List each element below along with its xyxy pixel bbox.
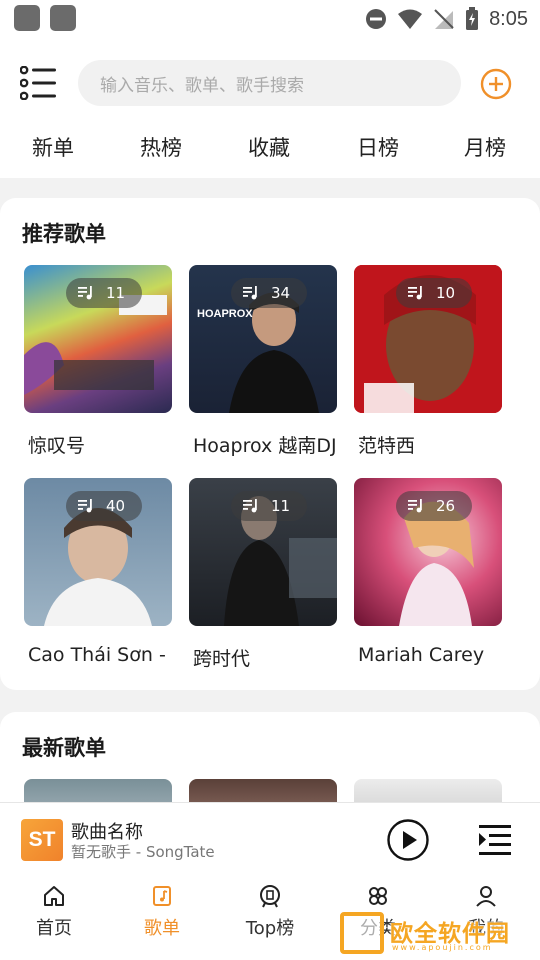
notification-icon — [14, 5, 40, 31]
play-icon — [387, 819, 429, 861]
category-tabs: 新单 热榜 收藏 日榜 月榜 — [0, 126, 540, 166]
svg-text:HOAPROX: HOAPROX — [197, 308, 253, 320]
song-count-badge: 10 — [396, 278, 472, 308]
tab-new[interactable]: 新单 — [32, 132, 74, 162]
song-count-badge: 34 — [231, 278, 307, 308]
profile-icon — [476, 886, 496, 907]
playlist-queue-button[interactable] — [477, 823, 513, 857]
playlist-card[interactable]: 10 范特西 — [354, 265, 502, 458]
song-count: 10 — [436, 284, 456, 302]
watermark-url: www.apoujin.com — [392, 943, 493, 952]
menu-button[interactable] — [19, 65, 58, 101]
mini-player[interactable]: ST 歌曲名称 暂无歌手 - SongTate — [0, 802, 540, 874]
playlist-card[interactable]: 11 惊叹号 — [24, 265, 172, 458]
music-list-icon — [408, 499, 422, 513]
battery-icon — [466, 7, 479, 30]
music-list-icon — [78, 499, 92, 513]
song-count: 26 — [436, 497, 456, 515]
music-list-icon — [243, 499, 257, 513]
playlist-card[interactable]: 11 跨时代 — [189, 478, 337, 671]
tab-favorites[interactable]: 收藏 — [248, 132, 290, 162]
category-icon — [369, 887, 387, 905]
plus-circle-icon — [480, 68, 512, 100]
status-time: 8:05 — [489, 7, 528, 30]
playlist-cover: HOAPROX 34 — [189, 265, 337, 413]
playlist-card[interactable]: 40 Cao Thái Sơn - — [24, 478, 172, 666]
home-icon — [44, 886, 64, 906]
queue-icon — [479, 825, 511, 855]
tab-daily[interactable]: 日榜 — [357, 132, 399, 162]
song-count-badge: 26 — [396, 491, 472, 521]
playlist-name: Cao Thái Sơn - — [28, 644, 166, 666]
watermark: 欧全软件园 www.apoujin.com — [340, 912, 535, 954]
song-count: 40 — [106, 497, 126, 515]
status-bar: 8:05 — [0, 0, 540, 38]
song-count: 11 — [271, 497, 291, 515]
nav-playlist[interactable]: 歌单 — [117, 884, 207, 940]
music-list-icon — [408, 286, 422, 300]
playlist-name: 范特西 — [358, 435, 416, 457]
add-button[interactable] — [480, 68, 512, 100]
section-title: 推荐歌单 — [22, 222, 106, 246]
song-count-badge: 11 — [66, 278, 142, 308]
tab-hot[interactable]: 热榜 — [140, 132, 182, 162]
playlist-cover: 10 — [354, 265, 502, 413]
music-list-icon — [78, 286, 92, 300]
music-list-icon — [243, 286, 257, 300]
song-count-badge: 40 — [66, 491, 142, 521]
nav-label: Top榜 — [245, 918, 295, 939]
menu-icon — [19, 65, 56, 101]
playlist-card[interactable]: HOAPROX 34 Hoaprox 越南DJ — [189, 265, 337, 458]
app-logo: ST — [21, 819, 63, 861]
watermark-logo — [340, 912, 384, 954]
nav-top-chart[interactable]: Top榜 — [225, 884, 315, 940]
rank-icon — [260, 885, 280, 908]
play-button[interactable] — [387, 819, 429, 861]
playlist-card[interactable]: 26 Mariah Carey — [354, 478, 502, 666]
nav-home[interactable]: 首页 — [9, 884, 99, 940]
recommended-section: 推荐歌单 11 惊叹号 HOAPROX 34 Hoaprox 越南DJ 10 范… — [0, 198, 540, 690]
playlist-cover: 11 — [189, 478, 337, 626]
playlist-name: 跨时代 — [193, 648, 251, 670]
search-placeholder: 输入音乐、歌单、歌手搜索 — [100, 75, 304, 96]
playlist-name: Hoaprox 越南DJ — [193, 435, 337, 457]
nav-label: 歌单 — [144, 918, 180, 939]
song-count: 11 — [106, 284, 126, 302]
playlist-cover: 26 — [354, 478, 502, 626]
no-signal-icon — [434, 9, 454, 29]
search-input[interactable]: 输入音乐、歌单、歌手搜索 — [78, 60, 461, 106]
wifi-icon — [398, 9, 423, 29]
playlist-name: 惊叹号 — [28, 435, 86, 457]
tab-monthly[interactable]: 月榜 — [464, 132, 506, 162]
dnd-icon — [366, 9, 387, 29]
header: 输入音乐、歌单、歌手搜索 新单 热榜 收藏 日榜 月榜 — [0, 38, 540, 178]
playlist-name: Mariah Carey — [358, 644, 485, 666]
song-count-badge: 11 — [231, 491, 307, 521]
playlist-cover: 11 — [24, 265, 172, 413]
nav-label: 首页 — [36, 918, 72, 939]
song-artist: 暂无歌手 - SongTate — [71, 843, 215, 861]
song-count: 34 — [271, 284, 291, 302]
playlist-icon — [153, 886, 171, 906]
notification-icon — [50, 5, 76, 31]
section-title: 最新歌单 — [22, 736, 106, 760]
playlist-cover: 40 — [24, 478, 172, 626]
